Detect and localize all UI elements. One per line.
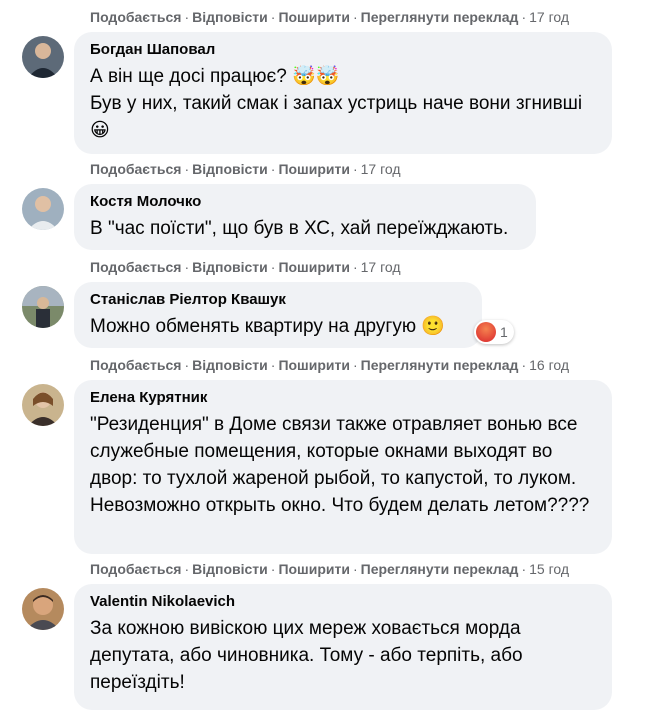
- separator: ·: [270, 357, 276, 373]
- comment-actions: Подобається · Відповісти · Поширити · Переглян…: [90, 8, 569, 26]
- reaction-badge[interactable]: 1: [474, 320, 514, 344]
- separator: ·: [184, 9, 190, 25]
- comment-time[interactable]: 17 год: [529, 9, 569, 25]
- comment-bubble: Елена Курятник "Резиденция" в Доме связи…: [74, 380, 612, 554]
- avatar-image: [22, 588, 64, 630]
- comment-author[interactable]: Костя Молочко: [90, 192, 520, 212]
- avatar-image: [22, 286, 64, 328]
- avatar[interactable]: [22, 188, 64, 230]
- separator: ·: [521, 561, 527, 577]
- reply-link[interactable]: Відповісти: [192, 161, 268, 177]
- comment-text: Можно обменять квартиру на другую 🙂: [90, 316, 446, 337]
- comment-actions: Подобається · Відповісти · Поширити · Переглян…: [90, 560, 569, 578]
- separator: ·: [352, 161, 358, 177]
- translate-link[interactable]: Переглянути переклад: [361, 357, 519, 373]
- comment-bubble: Valentin Nikolaevich За кожною вивіскою …: [74, 584, 612, 710]
- reply-link[interactable]: Відповісти: [192, 357, 268, 373]
- translate-link[interactable]: Переглянути переклад: [361, 9, 519, 25]
- share-link[interactable]: Поширити: [278, 9, 350, 25]
- separator: ·: [270, 9, 276, 25]
- comment-author[interactable]: Станіслав Ріелтор Квашук: [90, 290, 466, 310]
- separator: ·: [352, 259, 358, 275]
- like-link[interactable]: Подобається: [90, 357, 181, 373]
- avatar-image: [22, 36, 64, 78]
- like-link[interactable]: Подобається: [90, 9, 181, 25]
- comment-time[interactable]: 15 год: [529, 561, 569, 577]
- translate-link[interactable]: Переглянути переклад: [361, 561, 519, 577]
- separator: ·: [352, 561, 358, 577]
- reply-link[interactable]: Відповісти: [192, 9, 268, 25]
- separator: ·: [184, 161, 190, 177]
- like-link[interactable]: Подобається: [90, 561, 181, 577]
- separator: ·: [521, 9, 527, 25]
- comment-author[interactable]: Valentin Nikolaevich: [90, 592, 596, 612]
- comment-author[interactable]: Елена Курятник: [90, 388, 596, 408]
- comment-bubble: Богдан Шаповал А він ще досі працює? 🤯🤯 …: [74, 32, 612, 154]
- share-link[interactable]: Поширити: [278, 161, 350, 177]
- separator: ·: [270, 561, 276, 577]
- comment-bubble: Костя Молочко В "час поїсти", що був в Х…: [74, 184, 536, 250]
- avatar[interactable]: [22, 588, 64, 630]
- angry-reaction-icon: [476, 322, 496, 342]
- reply-link[interactable]: Відповісти: [192, 561, 268, 577]
- comment-time[interactable]: 17 год: [361, 161, 401, 177]
- separator: ·: [184, 561, 190, 577]
- comment-actions: Подобається · Відповісти · Поширити · 17 год: [90, 160, 401, 178]
- like-link[interactable]: Подобається: [90, 161, 181, 177]
- separator: ·: [352, 357, 358, 373]
- comment-text: За кожною вивіскою цих мереж ховається м…: [90, 618, 523, 693]
- avatar[interactable]: [22, 286, 64, 328]
- separator: ·: [352, 9, 358, 25]
- share-link[interactable]: Поширити: [278, 259, 350, 275]
- avatar[interactable]: [22, 384, 64, 426]
- separator: ·: [521, 357, 527, 373]
- share-link[interactable]: Поширити: [278, 561, 350, 577]
- comment-bubble: Станіслав Ріелтор Квашук Можно обменять …: [74, 282, 482, 348]
- comment-actions: Подобається · Відповісти · Поширити · 17 год: [90, 258, 401, 276]
- comment-author[interactable]: Богдан Шаповал: [90, 40, 596, 60]
- comment-text: А він ще досі працює? 🤯🤯 Був у них, таки…: [90, 66, 583, 141]
- avatar[interactable]: [22, 36, 64, 78]
- reply-link[interactable]: Відповісти: [192, 259, 268, 275]
- separator: ·: [270, 161, 276, 177]
- comment-text: В "час поїсти", що був в ХС, хай переїжд…: [90, 218, 509, 239]
- avatar-image: [22, 188, 64, 230]
- comment-time[interactable]: 16 год: [529, 357, 569, 373]
- separator: ·: [184, 357, 190, 373]
- comment-time[interactable]: 17 год: [361, 259, 401, 275]
- comment-text: "Резиденция" в Доме связи также отравляе…: [90, 414, 590, 516]
- like-link[interactable]: Подобається: [90, 259, 181, 275]
- avatar-image: [22, 384, 64, 426]
- reaction-count: 1: [500, 324, 508, 340]
- separator: ·: [184, 259, 190, 275]
- comment-actions: Подобається · Відповісти · Поширити · Переглян…: [90, 356, 569, 374]
- separator: ·: [270, 259, 276, 275]
- share-link[interactable]: Поширити: [278, 357, 350, 373]
